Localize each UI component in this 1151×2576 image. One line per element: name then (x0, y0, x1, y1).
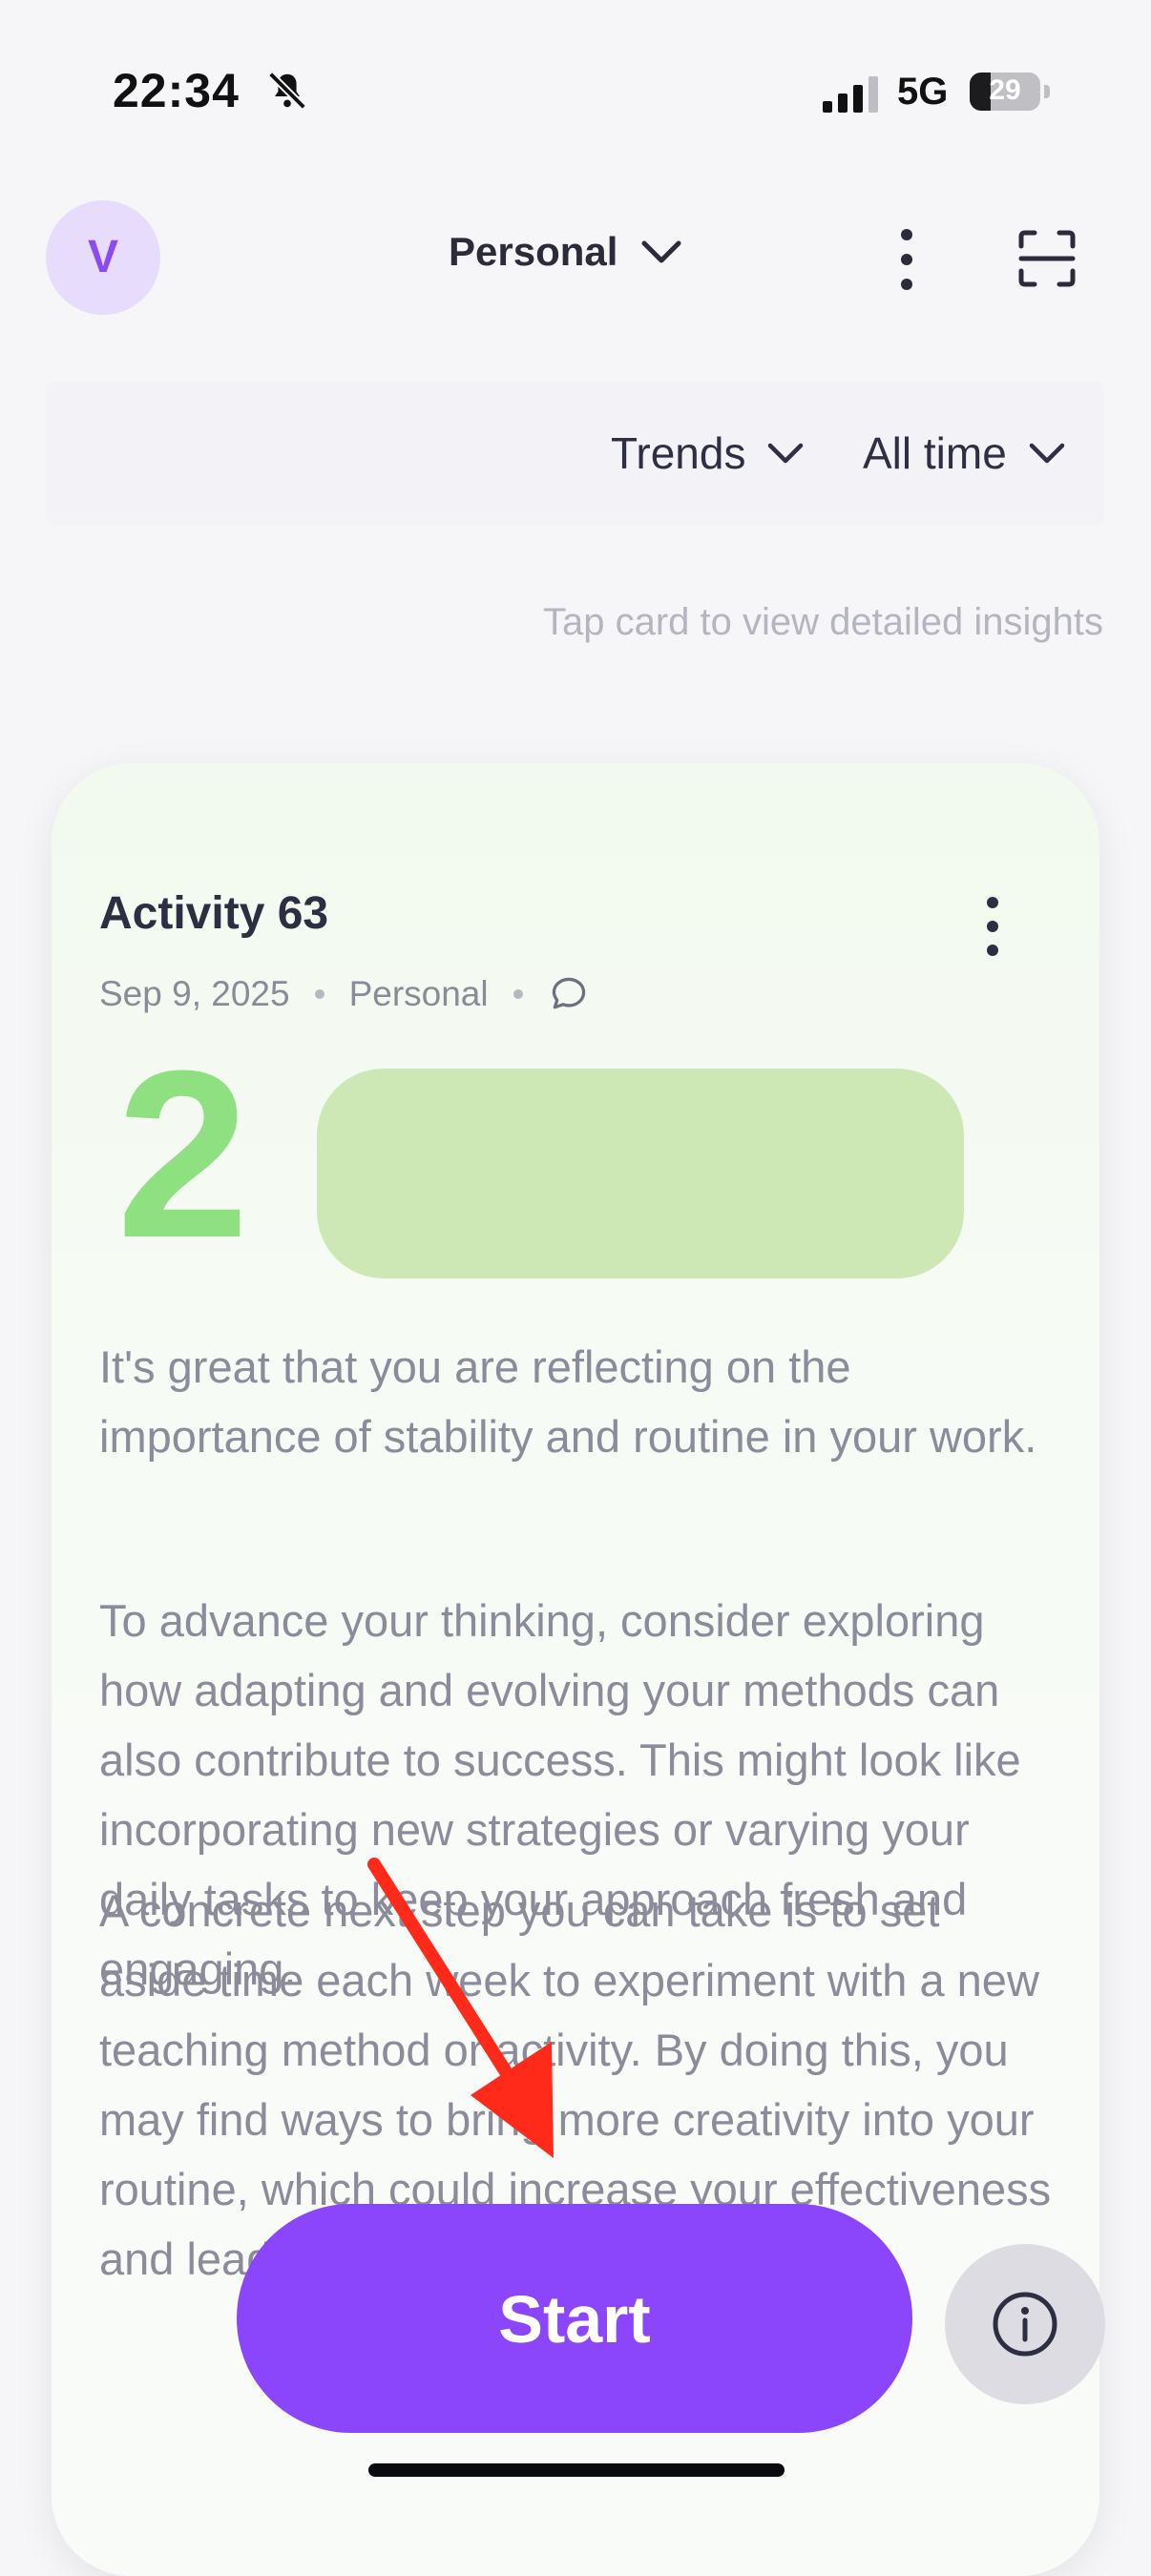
more-vertical-icon[interactable] (973, 893, 1012, 960)
avatar[interactable]: V (46, 200, 160, 315)
insights-hint: Tap card to view detailed insights (543, 601, 1103, 643)
start-button[interactable]: Start (237, 2204, 912, 2433)
insight-paragraph-1: It's great that you are reflecting on th… (99, 1341, 1037, 1462)
range-dropdown[interactable]: All time (863, 427, 1066, 479)
card-category: Personal (348, 974, 489, 1013)
status-time: 22:34 (113, 64, 240, 117)
score-value: 2 (116, 1021, 250, 1287)
card-meta: Sep 9, 2025 Personal (99, 973, 590, 1015)
scan-icon[interactable] (1017, 229, 1077, 288)
chevron-down-icon (641, 240, 681, 263)
card-title: Activity 63 (99, 888, 329, 939)
workspace-label: Personal (449, 229, 618, 274)
battery-level: 29 (989, 74, 1021, 106)
network-type: 5G (897, 71, 949, 113)
score-label-pill (317, 1069, 964, 1278)
chevron-down-icon (1029, 443, 1065, 464)
view-dropdown[interactable]: Trends (611, 427, 805, 479)
comment-icon[interactable] (548, 973, 590, 1015)
range-dropdown-label: All time (863, 428, 1007, 478)
home-indicator[interactable] (368, 2463, 785, 2477)
bell-slash-icon (268, 72, 306, 110)
workspace-selector[interactable]: Personal (449, 229, 682, 275)
battery-icon: 29 (970, 73, 1050, 113)
separator-dot (513, 989, 523, 999)
more-vertical-icon[interactable] (888, 221, 926, 298)
view-dropdown-label: Trends (611, 428, 746, 478)
card-date: Sep 9, 2025 (99, 974, 290, 1013)
chevron-down-icon (768, 443, 804, 464)
info-icon (993, 2292, 1057, 2357)
info-button[interactable] (945, 2244, 1105, 2404)
separator-dot (314, 989, 324, 999)
signal-icon (823, 76, 878, 113)
